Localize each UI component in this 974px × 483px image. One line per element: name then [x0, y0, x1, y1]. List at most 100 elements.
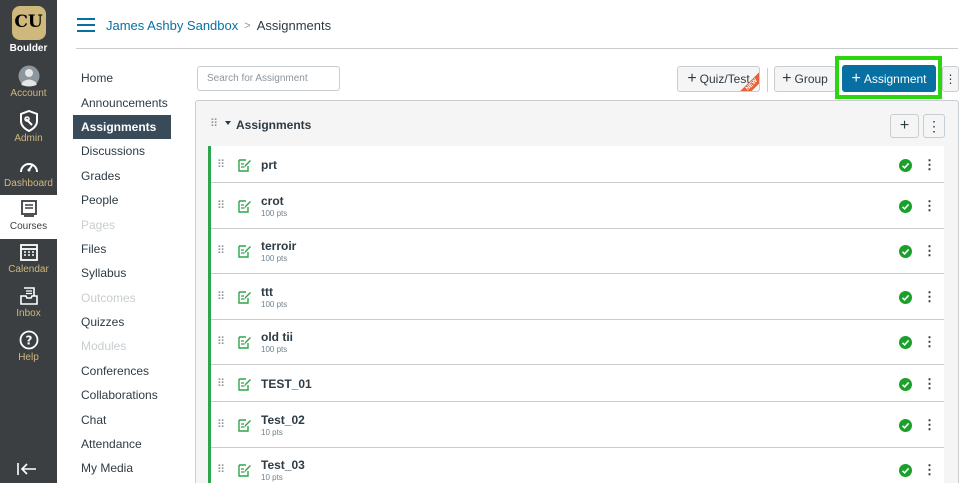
course-nav-conferences[interactable]: Conferences — [73, 359, 171, 383]
drag-handle-icon[interactable]: ⠿ — [217, 418, 225, 431]
course-nav-people[interactable]: People — [73, 188, 171, 212]
published-check-icon[interactable] — [899, 158, 912, 172]
published-check-icon[interactable] — [899, 290, 912, 304]
hamburger-menu-icon[interactable] — [77, 18, 95, 32]
collapse-caret-icon[interactable] — [225, 121, 231, 125]
nav-inbox[interactable]: Inbox — [0, 282, 57, 326]
breadcrumb-separator: > — [244, 19, 251, 32]
assignment-points: 100 pts — [261, 299, 288, 309]
drag-handle-icon[interactable]: ⠿ — [217, 463, 225, 476]
assignment-row[interactable]: ⠿ terroir 100 pts ⋮ — [211, 228, 944, 274]
nav-courses-label: Courses — [9, 221, 48, 232]
nav-calendar-label: Calendar — [8, 264, 49, 275]
assignment-row[interactable]: ⠿ Test_03 10 pts ⋮ — [211, 447, 944, 483]
assignment-group-title[interactable]: Assignments — [236, 118, 311, 132]
published-check-icon[interactable] — [899, 199, 912, 213]
drag-handle-icon[interactable]: ⠿ — [210, 117, 218, 130]
collapse-nav-icon[interactable] — [17, 462, 39, 480]
assignment-options-kebab-icon[interactable]: ⋮ — [923, 157, 936, 173]
nav-admin-label: Admin — [14, 133, 43, 144]
assignment-name[interactable]: prt — [261, 158, 277, 172]
add-quiz-label: Quiz/Test — [699, 72, 750, 86]
assignment-row[interactable]: ⠿ old tii 100 pts ⋮ — [211, 319, 944, 365]
course-nav-pages[interactable]: Pages — [73, 212, 171, 236]
assignment-options-kebab-icon[interactable]: ⋮ — [923, 243, 936, 259]
assignment-options-kebab-icon[interactable]: ⋮ — [923, 462, 936, 478]
course-nav-home[interactable]: Home — [73, 66, 171, 90]
assignment-options-kebab-icon[interactable]: ⋮ — [923, 198, 936, 214]
published-check-icon[interactable] — [899, 418, 912, 432]
breadcrumb-current: Assignments — [256, 18, 332, 33]
assignment-name[interactable]: old tii — [261, 330, 293, 344]
assignment-row[interactable]: ⠿ Test_02 10 pts ⋮ — [211, 402, 944, 448]
assignment-name[interactable]: terroir — [261, 239, 296, 253]
university-logo[interactable]: Boulder — [0, 0, 57, 60]
cu-logo-icon — [11, 6, 46, 40]
drag-handle-icon[interactable]: ⠿ — [217, 290, 225, 303]
add-group-label: Group — [794, 72, 828, 86]
assignment-options-kebab-icon[interactable]: ⋮ — [923, 417, 936, 433]
assignment-options-kebab-icon[interactable]: ⋮ — [923, 334, 936, 350]
help-icon: ? — [18, 329, 40, 351]
assignment-options-kebab-icon[interactable]: ⋮ — [923, 289, 936, 305]
assignment-name[interactable]: ttt — [261, 285, 273, 299]
drag-handle-icon[interactable]: ⠿ — [217, 158, 225, 171]
assignment-row[interactable]: ⠿ crot 100 pts ⋮ — [211, 183, 944, 229]
nav-courses[interactable]: Courses — [0, 195, 57, 239]
assignment-name[interactable]: crot — [261, 194, 284, 208]
assignment-row[interactable]: ⠿ TEST_01 ⋮ — [211, 365, 944, 402]
nav-dashboard[interactable]: Dashboard — [0, 152, 57, 196]
assignment-group: ⠿ Assignments + ⋮ ⠿ prt ⋮ ⠿ crot 100 pts ⋮ ⠿ ter… — [195, 100, 959, 483]
assignment-name[interactable]: Test_02 — [261, 413, 305, 427]
add-group-button[interactable]: + Group — [774, 66, 836, 92]
drag-handle-icon[interactable]: ⠿ — [217, 335, 225, 348]
add-assignment-button[interactable]: + Assignment — [842, 65, 936, 92]
assignment-points: 10 pts — [261, 473, 283, 483]
calendar-icon — [18, 241, 40, 263]
assignment-name[interactable]: TEST_01 — [261, 377, 312, 391]
nav-calendar[interactable]: Calendar — [0, 238, 57, 282]
add-to-group-button[interactable]: + — [890, 114, 919, 138]
course-nav-chat[interactable]: Chat — [73, 407, 171, 431]
assignment-points: 100 pts — [261, 254, 288, 264]
drag-handle-icon[interactable]: ⠿ — [217, 199, 225, 212]
add-assignment-label: Assignment — [863, 71, 927, 86]
published-check-icon[interactable] — [899, 464, 912, 478]
assignment-icon — [237, 335, 251, 349]
course-nav-assignments[interactable]: Assignments — [73, 114, 171, 140]
assignment-row[interactable]: ⠿ ttt 100 pts ⋮ — [211, 274, 944, 320]
course-nav-modules[interactable]: Modules — [73, 334, 171, 358]
drag-handle-icon[interactable]: ⠿ — [217, 377, 225, 390]
published-check-icon[interactable] — [899, 245, 912, 259]
course-nav-files[interactable]: Files — [73, 237, 171, 261]
assignment-options-kebab-icon[interactable]: ⋮ — [923, 376, 936, 392]
course-nav-grades[interactable]: Grades — [73, 164, 171, 188]
breadcrumb-course-link[interactable]: James Ashby Sandbox — [106, 18, 238, 33]
settings-kebab-button[interactable]: ⋮ — [942, 66, 959, 92]
course-nav-my-media[interactable]: My Media — [73, 456, 171, 480]
breadcrumb: James Ashby Sandbox > Assignments — [106, 18, 331, 33]
nav-account[interactable]: Account — [0, 62, 57, 106]
plus-icon: + — [851, 69, 861, 87]
nav-help[interactable]: ? Help — [0, 326, 57, 370]
course-navigation: Home Announcements Assignments Discussio… — [73, 66, 171, 481]
published-check-icon[interactable] — [899, 336, 912, 350]
assignment-icon — [237, 463, 251, 477]
course-nav-quizzes[interactable]: Quizzes — [73, 310, 171, 334]
assignment-row[interactable]: ⠿ prt ⋮ — [211, 146, 944, 183]
drag-handle-icon[interactable]: ⠿ — [217, 244, 225, 257]
course-nav-discussions[interactable]: Discussions — [73, 139, 171, 163]
inbox-icon — [18, 285, 40, 307]
published-check-icon[interactable] — [899, 377, 912, 391]
group-options-button[interactable]: ⋮ — [923, 114, 945, 138]
course-nav-outcomes[interactable]: Outcomes — [73, 286, 171, 310]
assignment-name[interactable]: Test_03 — [261, 458, 305, 472]
course-nav-syllabus[interactable]: Syllabus — [73, 261, 171, 285]
nav-admin[interactable]: Admin — [0, 107, 57, 151]
nav-help-label: Help — [18, 352, 39, 363]
course-nav-attendance[interactable]: Attendance — [73, 432, 171, 456]
course-nav-collaborations[interactable]: Collaborations — [73, 383, 171, 407]
search-assignment-input[interactable] — [197, 66, 340, 91]
course-nav-announcements[interactable]: Announcements — [73, 90, 171, 114]
add-quiz-button[interactable]: + Quiz/Test NEW — [677, 66, 760, 92]
